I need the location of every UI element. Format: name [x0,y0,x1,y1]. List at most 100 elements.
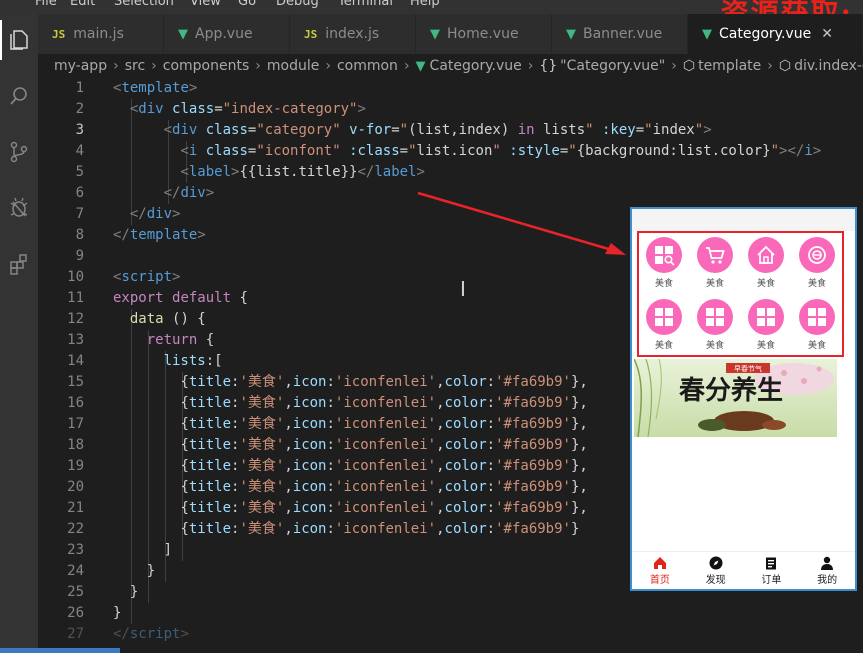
bottom-tabbar: 首页 发现 订单 我的 [632,551,855,589]
menu-debug[interactable]: Debug [276,0,319,9]
element-icon: ⬡ [682,58,696,74]
tabbar-orders[interactable]: 订单 [744,552,800,589]
code-line: 27 </script> [38,624,863,645]
breadcrumb-item[interactable]: "Category.vue" [560,58,665,74]
tabbar-home[interactable]: 首页 [632,552,688,589]
line-number: 10 [67,269,84,285]
user-icon [821,556,834,571]
watermark-text: 资源获取: [721,0,853,14]
line-number: 16 [67,395,84,411]
breadcrumb-item[interactable]: components [163,58,250,74]
tab-index-js[interactable]: JS index.js [290,14,416,54]
breadcrumb-item[interactable]: Category.vue [430,58,522,74]
category-item[interactable]: 美食 [743,295,789,355]
extensions-icon[interactable] [0,244,38,284]
tab-app-vue[interactable]: ▼ App.vue [164,14,290,54]
status-bar-accent [0,648,120,653]
menu-terminal[interactable]: Terminal [338,0,393,9]
menu-selection[interactable]: Selection [114,0,174,9]
menu-go[interactable]: Go [238,0,256,9]
category-item[interactable]: 美食 [692,295,738,355]
code-line: 4 <i class="iconfont" :class="list.icon"… [38,141,863,162]
breadcrumb: my-app › src › components › module › common ›… [38,54,863,78]
tab-banner-vue[interactable]: ▼ Banner.vue [552,14,688,54]
menu-edit[interactable]: Edit [70,0,95,9]
category-grid: 美食 美食 美食 美食 美食 美食 美食 美食 [637,231,844,357]
tab-category-vue[interactable]: ▼ Category.vue ✕ [688,14,863,54]
tab-label: index.js [325,26,380,42]
code-line: 1 <template> [38,78,863,99]
line-number: 21 [67,500,84,516]
code-line: 26} [38,603,863,624]
vue-file-icon: ▼ [178,26,188,42]
menu-help[interactable]: Help [410,0,440,9]
menu-file[interactable]: File [35,0,57,9]
js-file-icon: JS [304,27,318,41]
tab-label: Banner.vue [583,26,663,42]
line-number: 27 [67,626,84,642]
tabbar-profile[interactable]: 我的 [799,552,855,589]
discover-icon [799,237,835,273]
breadcrumb-item[interactable]: my-app [54,58,107,74]
category-grid-icon [799,299,835,335]
line-number: 5 [75,164,84,180]
line-number: 6 [75,185,84,201]
promo-banner[interactable]: 早春节气 春分养生 [634,359,837,437]
line-number: 22 [67,521,84,537]
vue-file-icon: ▼ [566,26,576,42]
cart-icon [697,237,733,273]
breadcrumb-item[interactable]: template [698,58,761,74]
chevron-right-icon: › [151,58,157,74]
breadcrumb-item[interactable]: div.index-category [794,58,863,74]
tab-main-js[interactable]: JS main.js [38,14,164,54]
code-line: 2 <div class="index-category"> [38,99,863,120]
category-label: 美食 [807,279,826,289]
line-number: 3 [75,122,84,138]
vscode-window: File Edit Selection View Go Debug Termin… [0,0,863,653]
breadcrumb-item[interactable]: module [267,58,319,74]
line-number: 23 [67,542,84,558]
category-label: 美食 [705,341,724,351]
line-number: 2 [75,101,84,117]
category-grid-icon [646,237,682,273]
chevron-right-icon: › [255,58,261,74]
line-number: 4 [75,143,84,159]
tabbar-label: 发现 [705,574,726,586]
category-grid-icon [646,299,682,335]
vue-file-icon: ▼ [415,58,426,74]
tab-label: Home.vue [447,26,519,42]
banner-title: 春分养生 [679,375,783,406]
code-line: 6 </div> [38,183,863,204]
menu-view[interactable]: View [190,0,221,9]
line-number: 9 [75,248,84,264]
breadcrumb-item[interactable]: src [125,58,145,74]
category-item[interactable]: 美食 [794,295,840,355]
banner-image: 早春节气 春分养生 [634,359,837,437]
source-control-icon[interactable] [0,132,38,172]
line-number: 8 [75,227,84,243]
tab-label: App.vue [195,26,253,42]
mobile-preview: 美食 美食 美食 美食 美食 美食 美食 美食 早春节气 春分养生 首页 发现 … [630,207,857,591]
line-number: 7 [75,206,84,222]
category-item[interactable]: 美食 [641,233,687,293]
category-grid-icon [697,299,733,335]
breadcrumb-item[interactable]: common [337,58,398,74]
home-icon [653,556,667,571]
debug-icon[interactable] [0,188,38,228]
line-number: 12 [67,311,84,327]
category-item[interactable]: 美食 [641,295,687,355]
category-label: 美食 [756,279,775,289]
close-icon[interactable]: ✕ [821,26,833,42]
explorer-icon[interactable] [0,20,38,60]
category-item[interactable]: 美食 [743,233,789,293]
line-number: 24 [67,563,84,579]
vue-file-icon: ▼ [430,26,440,42]
search-icon[interactable] [0,76,38,116]
category-item[interactable]: 美食 [692,233,738,293]
category-label: 美食 [807,341,826,351]
tabbar-discover[interactable]: 发现 [688,552,744,589]
category-label: 美食 [654,279,673,289]
category-item[interactable]: 美食 [794,233,840,293]
tab-home-vue[interactable]: ▼ Home.vue [416,14,552,54]
tab-label: Category.vue [719,26,812,42]
